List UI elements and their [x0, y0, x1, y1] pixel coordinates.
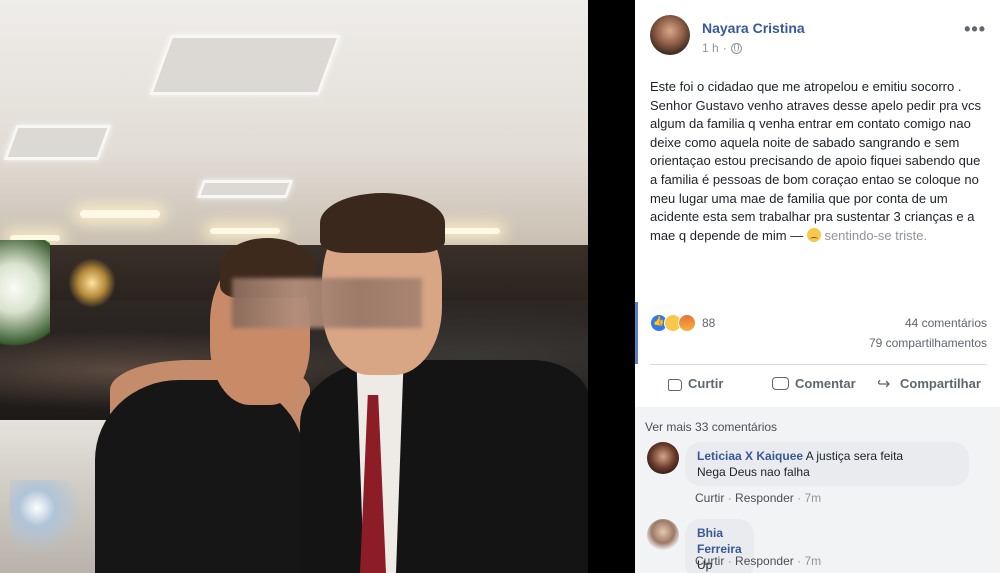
post-feeling[interactable]: sentindo-se triste.: [824, 228, 927, 243]
thumbs-up-icon: [668, 379, 682, 391]
man-suit: [300, 360, 588, 573]
comment-like-link[interactable]: Curtir: [695, 491, 724, 505]
commenter-name[interactable]: Leticiaa X Kaiquee: [697, 449, 803, 463]
comment-reply-link[interactable]: Responder: [735, 554, 794, 568]
post-header: Nayara Cristina 1 h · •••: [650, 15, 990, 60]
comments-count[interactable]: 44 comentários: [905, 316, 987, 330]
post-meta: 1 h ·: [702, 41, 742, 55]
comment-bubble: Leticiaa X Kaiquee A justiça sera feita …: [685, 442, 969, 486]
post-time[interactable]: 1 h: [702, 41, 719, 55]
shares-count[interactable]: 79 compartilhamentos: [869, 336, 987, 350]
man-hair: [320, 193, 445, 253]
comments-section: Ver mais 33 comentários Leticiaa X Kaiqu…: [635, 407, 1000, 573]
flower-arrangement: [0, 240, 50, 360]
comment-like-link[interactable]: Curtir: [695, 554, 724, 568]
post-actions: Curtir Comentar Compartilhar: [635, 370, 1000, 400]
post-panel: Nayara Cristina 1 h · ••• Este foi o cid…: [635, 0, 1000, 573]
ceiling-ac-unit: [149, 35, 341, 95]
sad-emoji-icon: [806, 227, 821, 242]
ceiling-light: [210, 228, 280, 234]
comment-reply-link[interactable]: Responder: [735, 491, 794, 505]
comment-meta: Curtir · Responder · 7m: [695, 491, 822, 505]
divider: [650, 364, 987, 365]
globe-icon[interactable]: [730, 42, 742, 54]
commenter-avatar[interactable]: [647, 442, 679, 474]
post-photo[interactable]: [0, 0, 588, 573]
accent-line: [635, 302, 638, 364]
share-label: Compartilhar: [900, 376, 981, 391]
post-text: Este foi o cidadao que me atropelou e em…: [650, 78, 990, 245]
post-body: Este foi o cidadao que me atropelou e em…: [650, 79, 981, 243]
comment-label: Comentar: [795, 376, 856, 391]
commenter-avatar[interactable]: [647, 519, 679, 551]
comment-icon: [772, 377, 789, 390]
glasses: [10, 480, 100, 573]
more-options-icon[interactable]: •••: [964, 19, 986, 40]
view-more-comments[interactable]: Ver mais 33 comentários: [645, 420, 777, 434]
reaction-count[interactable]: 88: [702, 316, 715, 330]
comment-time[interactable]: 7m: [804, 491, 821, 505]
angry-reaction-icon: [678, 314, 696, 332]
author-avatar[interactable]: [650, 15, 690, 55]
ceiling-ac-unit: [3, 125, 112, 160]
ceiling-light: [440, 228, 500, 234]
like-button[interactable]: Curtir: [668, 376, 723, 391]
author-name[interactable]: Nayara Cristina: [702, 20, 805, 36]
reactions-summary[interactable]: 88: [650, 314, 715, 332]
woman-dress: [95, 380, 305, 573]
photo-margin: [588, 0, 635, 573]
comment-time[interactable]: 7m: [804, 554, 821, 568]
comment-meta: Curtir · Responder · 7m: [695, 554, 822, 568]
share-icon: [877, 374, 894, 394]
comment-text: A justiça sera feita: [805, 449, 904, 463]
comment-button[interactable]: Comentar: [772, 376, 856, 391]
chandelier: [68, 258, 116, 308]
reaction-bar: 88 44 comentários 79 compartilhamentos: [635, 302, 1000, 364]
blurred-eyes-censor: [232, 278, 422, 328]
ceiling-light: [80, 210, 160, 218]
ceiling-ac-unit: [196, 180, 294, 198]
commenter-name[interactable]: Bhia Ferreira: [697, 526, 742, 556]
like-label: Curtir: [688, 376, 724, 391]
comment-text: Nega Deus nao falha: [697, 465, 810, 479]
share-button[interactable]: Compartilhar: [877, 374, 981, 394]
